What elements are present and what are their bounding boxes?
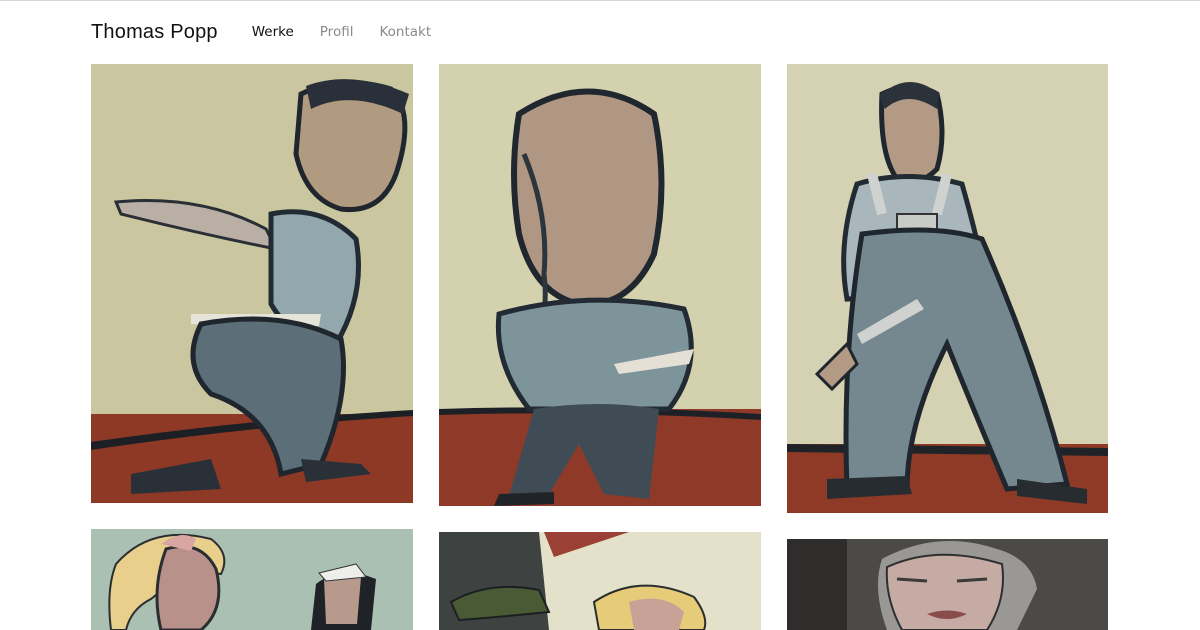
site-title[interactable]: Thomas Popp xyxy=(91,21,218,44)
artwork-image xyxy=(439,64,761,506)
nav-item-profil[interactable]: Profil xyxy=(320,24,354,40)
nav-item-werke[interactable]: Werke xyxy=(252,24,294,40)
artwork-tile[interactable] xyxy=(787,539,1108,630)
artwork-image xyxy=(91,64,413,503)
artwork-tile[interactable] xyxy=(91,529,413,630)
artwork-image xyxy=(787,64,1108,513)
artwork-image xyxy=(91,529,413,630)
top-border xyxy=(0,0,1200,1)
artwork-image xyxy=(439,532,761,630)
artwork-image xyxy=(787,539,1108,630)
artwork-tile[interactable] xyxy=(787,64,1108,513)
nav-item-kontakt[interactable]: Kontakt xyxy=(379,24,431,40)
main-nav: Werke Profil Kontakt xyxy=(252,24,431,40)
site-header: Thomas Popp Werke Profil Kontakt xyxy=(91,20,431,44)
artwork-tile[interactable] xyxy=(91,64,413,503)
artwork-tile[interactable] xyxy=(439,64,761,506)
artwork-tile[interactable] xyxy=(439,532,761,630)
